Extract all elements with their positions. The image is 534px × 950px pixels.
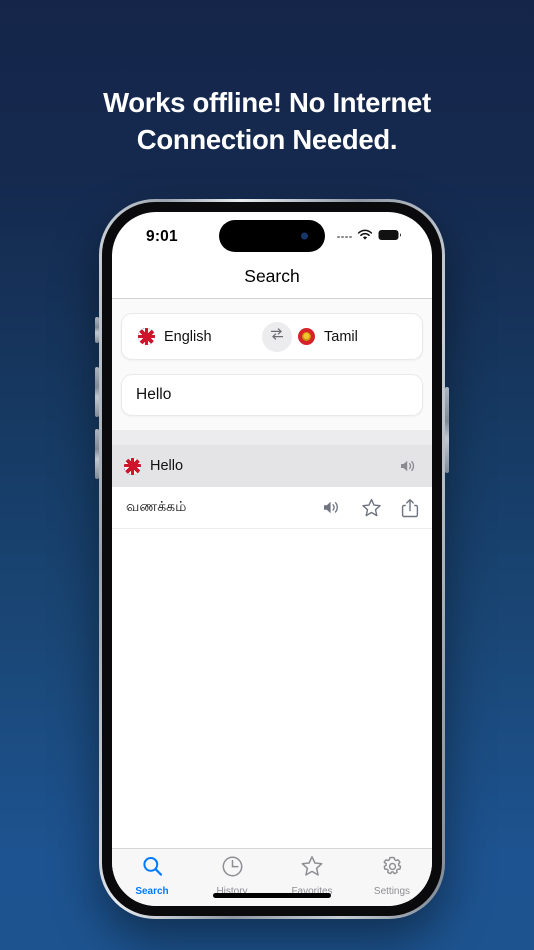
status-bar: 9:01 [112,212,432,262]
silent-switch [95,317,99,343]
volume-up-button [95,367,99,417]
results-list-empty-area [112,529,432,848]
phone-bezel: 9:01 Search English Tamil Hello Hello வண… [102,202,442,916]
phone-screen: 9:01 Search English Tamil Hello Hello வண… [112,212,432,906]
tab-settings[interactable]: Settings [352,855,432,897]
page-title: Search [244,266,300,286]
status-time: 9:01 [146,228,178,245]
target-language-selector[interactable]: Tamil [292,328,422,345]
tab-favorites[interactable]: Favorites [272,855,352,897]
gear-icon [381,855,404,883]
star-icon [300,855,324,883]
result-actions [322,498,419,518]
swap-arrows-icon [269,326,285,347]
power-button [445,387,449,473]
flag-uk-icon [124,457,141,475]
section-separator [112,430,432,445]
result-source-row[interactable]: Hello [112,445,432,487]
tab-history[interactable]: History [192,855,272,897]
language-selector: English Tamil [121,313,423,360]
result-target-text: வணக்கம் [126,498,187,514]
speaker-icon[interactable] [322,499,342,516]
source-language-label: English [164,328,212,345]
flag-uk-icon [138,328,155,345]
flag-tamil-icon [298,328,315,345]
dynamic-island [219,220,325,252]
search-input-value: Hello [136,386,172,403]
target-language-label: Tamil [324,328,358,345]
result-source-text: Hello [150,458,184,474]
source-language-selector[interactable]: English [122,328,262,345]
battery-icon [378,228,402,246]
promo-headline: Works offline! No Internet Connection Ne… [103,87,431,156]
magnifier-icon [141,855,164,883]
wifi-icon [357,228,373,246]
speaker-icon[interactable] [399,458,418,474]
signal-dots-icon [337,235,352,239]
tab-search-label: Search [135,885,169,897]
volume-down-button [95,429,99,479]
clock-icon [221,855,244,883]
phone-mockup: 9:01 Search English Tamil Hello Hello வண… [95,199,449,919]
result-target-row[interactable]: வணக்கம் [112,487,432,529]
search-input[interactable]: Hello [121,374,423,416]
navigation-bar: Search [112,262,432,299]
front-camera-icon [301,232,308,240]
main-content: English Tamil Hello Hello வணக்கம் [112,299,432,848]
share-icon[interactable] [401,498,419,518]
swap-languages-button[interactable] [262,321,292,352]
home-indicator[interactable] [213,893,331,898]
status-indicators [337,228,402,246]
star-icon[interactable] [361,498,382,518]
tab-search[interactable]: Search [112,855,192,897]
tab-settings-label: Settings [373,885,411,897]
